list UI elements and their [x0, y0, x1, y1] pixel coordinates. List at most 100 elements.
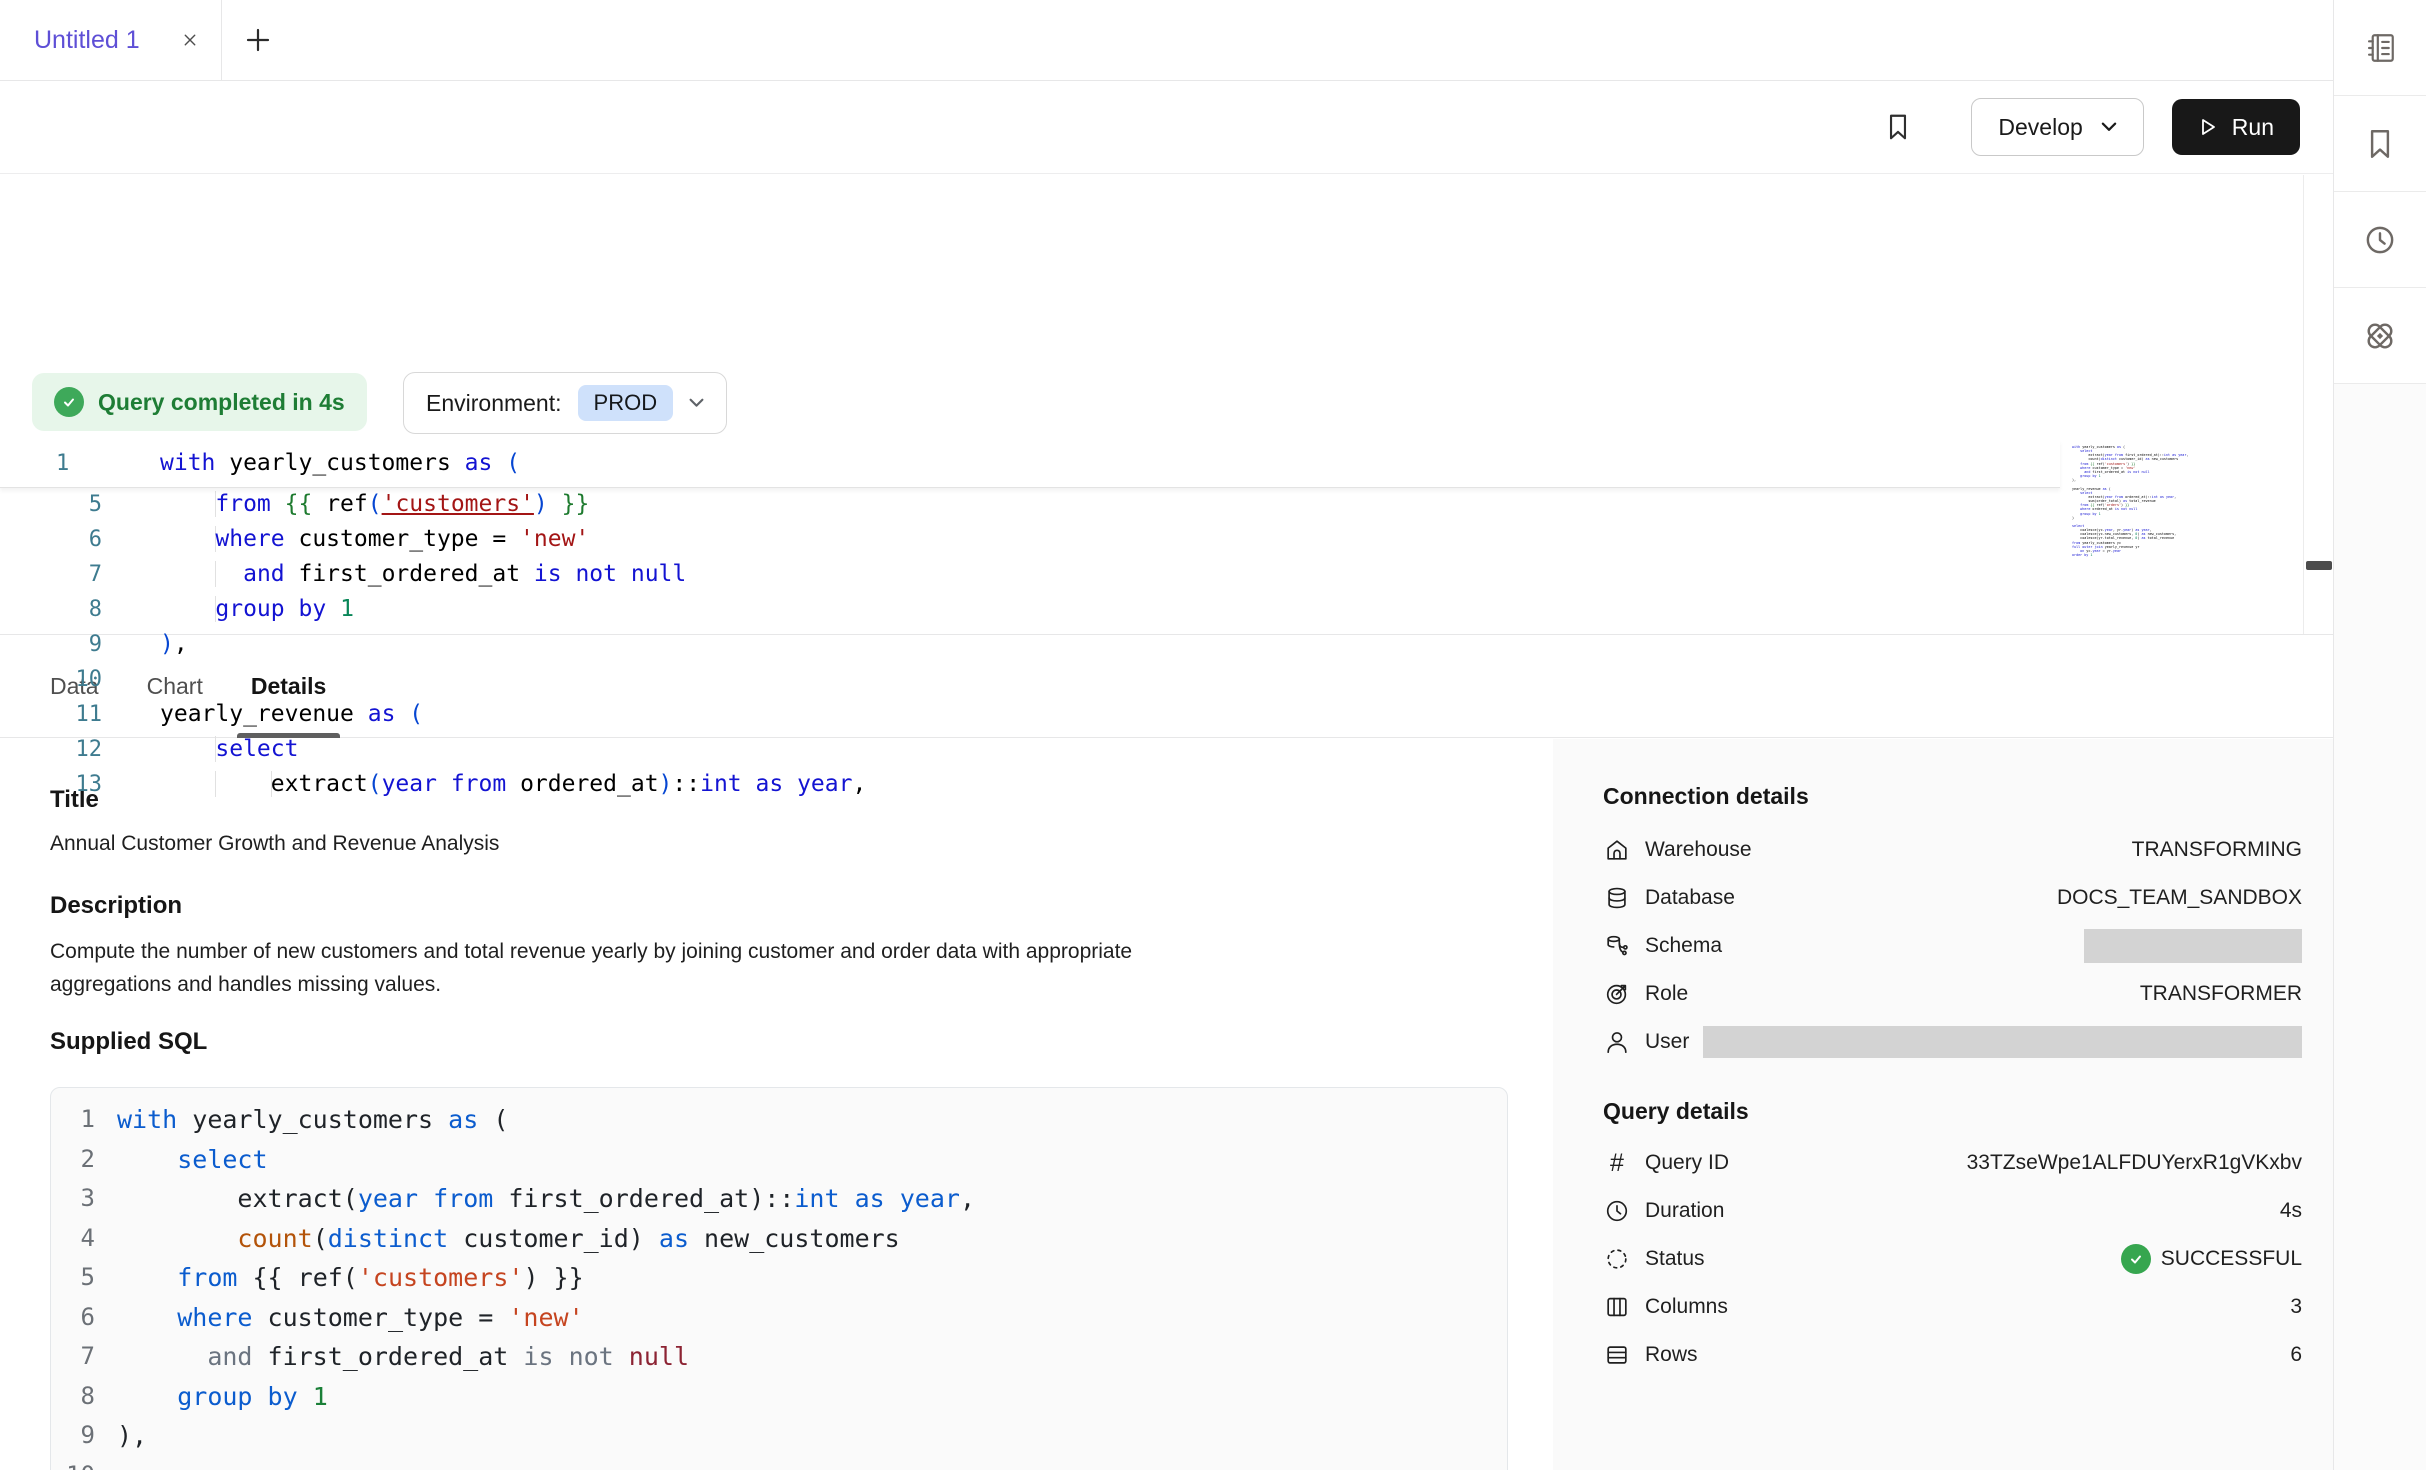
- detail-value: TRANSFORMING: [2132, 838, 2302, 862]
- editor-line[interactable]: 13 extract(year from ordered_at)::int as…: [0, 767, 2060, 802]
- run-button-label: Run: [2232, 114, 2274, 141]
- line-number: 3: [51, 1179, 103, 1219]
- line-number: 7: [51, 1337, 103, 1377]
- sql-editor[interactable]: Query completed in 4s Environment: PROD …: [0, 175, 2333, 634]
- sql-block-line: 5 from {{ ref('customers') }}: [51, 1258, 1507, 1298]
- sidebar-button-history[interactable]: [2334, 192, 2426, 288]
- toolbar: Develop Run: [0, 81, 2333, 174]
- line-number: 5: [0, 487, 110, 522]
- query-details-heading: Query details: [1603, 1098, 1749, 1125]
- detail-value: DOCS_TEAM_SANDBOX: [2057, 886, 2302, 910]
- detail-row-user: User: [1603, 1018, 2302, 1066]
- detail-label: Role: [1645, 982, 1688, 1006]
- document-tab-bar: Untitled 1: [0, 0, 2333, 81]
- develop-button[interactable]: Develop: [1971, 98, 2143, 156]
- line-number: 6: [0, 522, 110, 557]
- lineage-icon: [2363, 319, 2397, 353]
- detail-value: 3: [2290, 1295, 2302, 1319]
- editor-line[interactable]: 9),: [0, 627, 2060, 662]
- code-text: select: [103, 1140, 268, 1180]
- user-icon: [1603, 1028, 1631, 1056]
- detail-value: 33TZseWpe1ALFDUYerxR1gVKxbv: [1967, 1151, 2302, 1175]
- code-text: yearly_revenue as (: [110, 697, 423, 732]
- detail-row-role: Role TRANSFORMER: [1603, 970, 2302, 1018]
- document-tab-label: Untitled 1: [34, 26, 140, 55]
- detail-row-status: Status SUCCESSFUL: [1603, 1235, 2302, 1283]
- connection-details-rows: Warehouse TRANSFORMING Database DOCS_TEAM_S…: [1603, 826, 2302, 1066]
- editor-line[interactable]: 11yearly_revenue as (: [0, 697, 2060, 732]
- status-value: SUCCESSFUL: [2121, 1244, 2302, 1274]
- editor-line[interactable]: 10: [0, 662, 2060, 697]
- hash-icon: #: [1603, 1149, 1631, 1177]
- sidebar-button-bookmark[interactable]: [2334, 96, 2426, 192]
- detail-row-rows: Rows6: [1603, 1331, 2302, 1379]
- rows-icon: [1603, 1341, 1631, 1369]
- environment-label: Environment:: [426, 390, 562, 417]
- detail-value: TRANSFORMER: [2140, 982, 2302, 1006]
- detail-label: Status: [1645, 1247, 1705, 1271]
- editor-line[interactable]: 8 group by 1: [0, 592, 2060, 627]
- code-text: from {{ ref('customers') }}: [110, 487, 589, 522]
- code-text: group by 1: [110, 592, 354, 627]
- right-icon-sidebar: [2333, 0, 2426, 1470]
- code-text: ),: [103, 1416, 147, 1456]
- environment-value-badge: PROD: [578, 385, 674, 421]
- code-text: and first_ordered_at is not null: [110, 557, 686, 592]
- detail-value: 4s: [2280, 1199, 2302, 1223]
- editor-minimap[interactable]: with yearly_customers as ( select extrac…: [2072, 445, 2190, 561]
- close-icon[interactable]: [179, 29, 201, 51]
- editor-line[interactable]: 12 select: [0, 732, 2060, 767]
- query-status-text: Query completed in 4s: [98, 389, 345, 416]
- detail-label: Rows: [1645, 1343, 1698, 1367]
- editor-line[interactable]: 5 from {{ ref('customers') }}: [0, 487, 2060, 522]
- schema-icon: [1603, 932, 1631, 960]
- detail-label: Warehouse: [1645, 838, 1752, 862]
- detail-label: User: [1645, 1030, 1689, 1054]
- notebook-icon: [2363, 31, 2397, 65]
- sidebar-button-notebook[interactable]: [2334, 0, 2426, 96]
- check-circle-icon: [54, 387, 84, 417]
- line-number: 1: [51, 1100, 103, 1140]
- redacted-value: [1703, 1026, 2302, 1058]
- code-text: from {{ ref('customers') }}: [103, 1258, 584, 1298]
- detail-label: Database: [1645, 886, 1735, 910]
- query-status-badge: Query completed in 4s: [32, 373, 367, 431]
- clock-icon: [1603, 1197, 1631, 1225]
- detail-label: Duration: [1645, 1199, 1724, 1223]
- details-main: Title Annual Customer Growth and Revenue…: [50, 739, 1508, 1470]
- document-tab[interactable]: Untitled 1: [0, 0, 222, 80]
- line-number: 6: [51, 1298, 103, 1338]
- sidebar-button-lineage[interactable]: [2334, 288, 2426, 384]
- detail-row-columns: Columns3: [1603, 1283, 2302, 1331]
- line-number: 12: [0, 732, 110, 767]
- supplied-sql-heading: Supplied SQL: [50, 1028, 207, 1056]
- code-text: group by 1: [103, 1377, 328, 1417]
- chevron-down-icon: [2101, 122, 2117, 132]
- detail-row-duration: Duration 4s: [1603, 1187, 2302, 1235]
- line-number: 10: [51, 1456, 103, 1470]
- run-button[interactable]: Run: [2172, 99, 2300, 155]
- details-panel: Title Annual Customer Growth and Revenue…: [0, 739, 2333, 1470]
- develop-button-label: Develop: [1998, 114, 2082, 141]
- play-icon: [2198, 117, 2218, 137]
- line-number: 2: [51, 1140, 103, 1180]
- editor-line[interactable]: 7 and first_ordered_at is not null: [0, 557, 2060, 592]
- editor-code-area[interactable]: 5 from {{ ref('customers') }}6 where cus…: [0, 487, 2060, 802]
- editor-line[interactable]: 6 where customer_type = 'new': [0, 522, 2060, 557]
- code-text: ),: [110, 627, 188, 662]
- query-details-rows: # Query ID 33TZseWpe1ALFDUYerxR1gVKxbv Dura…: [1603, 1139, 2302, 1379]
- detail-value: SUCCESSFUL: [2161, 1247, 2302, 1271]
- editor-scrollbar[interactable]: [2303, 175, 2334, 634]
- line-number: 8: [0, 592, 110, 627]
- line-number: 13: [0, 767, 110, 802]
- line-number: 7: [0, 557, 110, 592]
- bookmark-icon[interactable]: [1883, 112, 1913, 142]
- new-tab-button[interactable]: [240, 22, 276, 58]
- detail-label: Query ID: [1645, 1151, 1729, 1175]
- code-text: select: [110, 732, 298, 767]
- detail-row-warehouse: Warehouse TRANSFORMING: [1603, 826, 2302, 874]
- line-number: 4: [51, 1219, 103, 1259]
- editor-scrollbar-thumb[interactable]: [2306, 561, 2332, 570]
- environment-select[interactable]: Environment: PROD: [403, 372, 727, 434]
- code-text: extract(year from ordered_at)::int as ye…: [110, 767, 866, 802]
